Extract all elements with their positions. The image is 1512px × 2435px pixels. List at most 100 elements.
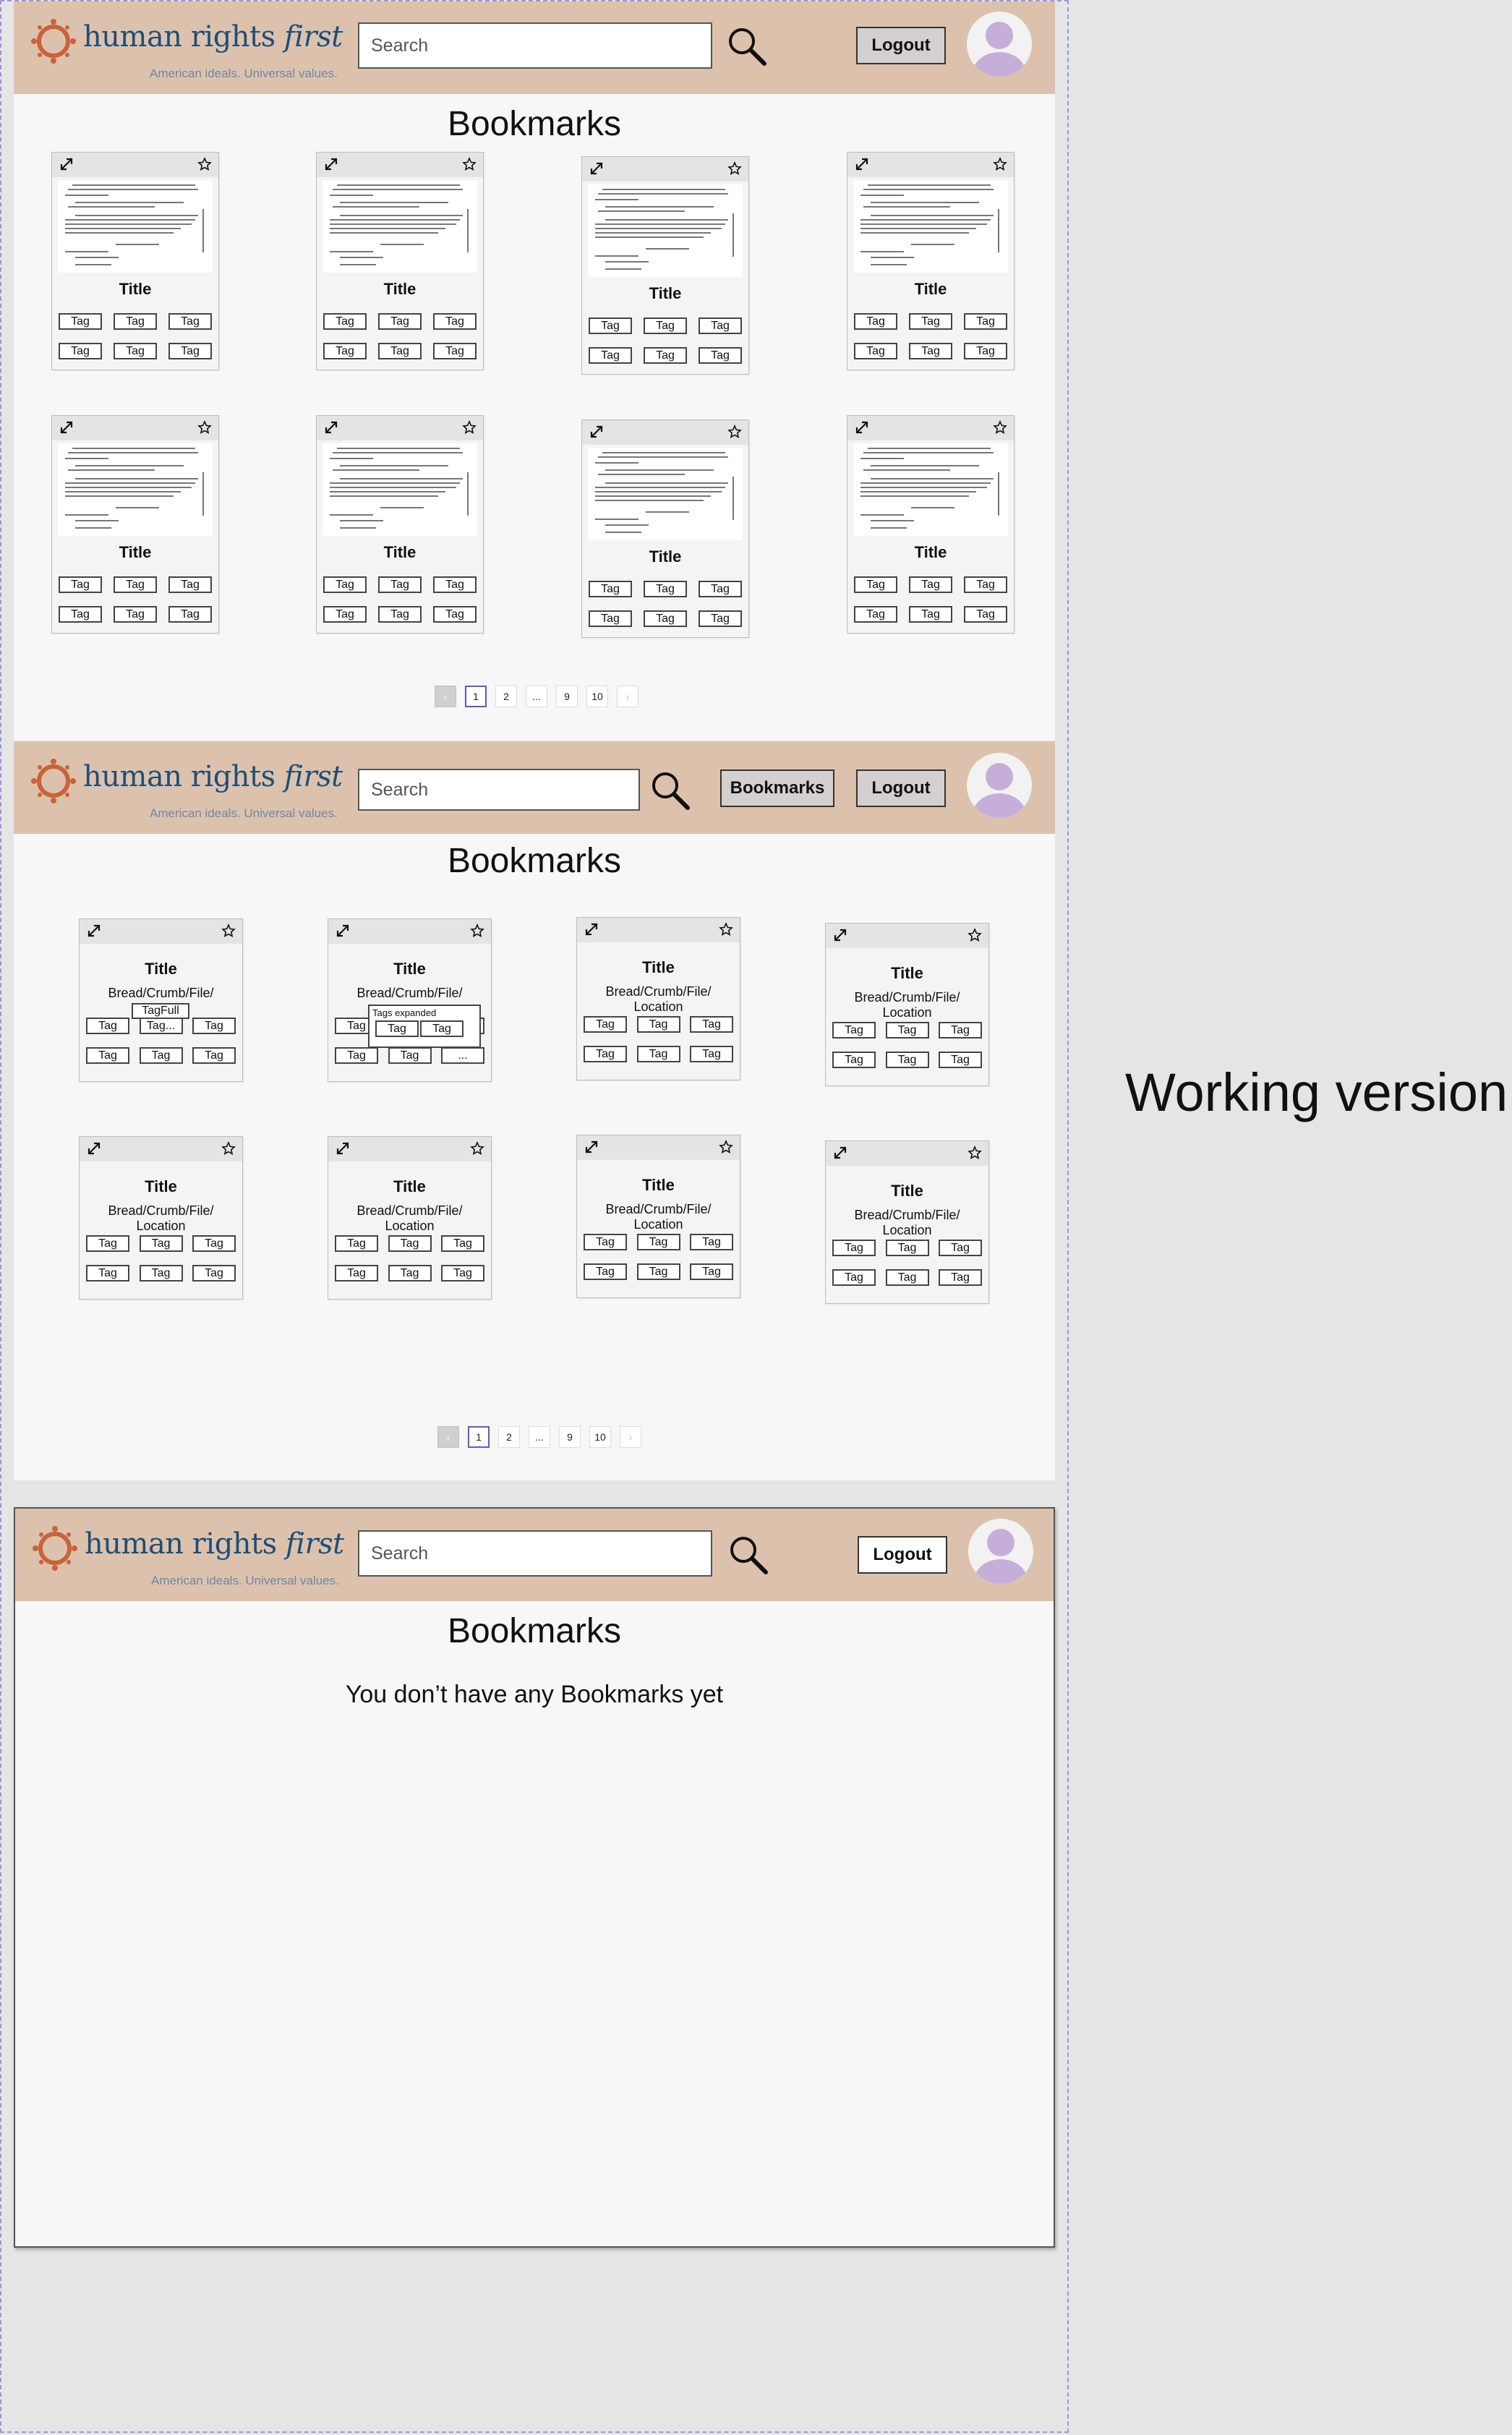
tag-chip[interactable]: Tag [636, 1263, 680, 1280]
logout-button[interactable]: Logout [858, 1536, 947, 1574]
tag-chip[interactable]: Tag [699, 317, 742, 334]
tag-chip[interactable]: Tag [939, 1240, 982, 1256]
next-page-button[interactable]: › [620, 1426, 641, 1448]
card-title[interactable]: Title [847, 280, 1014, 299]
tag-chip[interactable]: Tag [854, 313, 897, 330]
tag-chip[interactable]: Tag [832, 1240, 876, 1256]
tag-chip[interactable]: Tag [636, 1046, 680, 1062]
tag-chip[interactable]: Tag [644, 610, 687, 627]
card-title[interactable]: Title [52, 280, 218, 299]
page-button[interactable]: 9 [556, 686, 578, 707]
tag-chip[interactable]: Tag [690, 1263, 733, 1280]
document-thumbnail[interactable] [58, 180, 213, 273]
tag-chip[interactable]: Tag [114, 606, 157, 623]
tag-chip[interactable]: Tag [909, 313, 952, 330]
brand-logo[interactable]: human rights first American ideals. Univ… [22, 16, 343, 85]
star-icon[interactable] [968, 928, 982, 942]
card-title[interactable]: Title [80, 960, 242, 978]
bookmark-card[interactable]: Title Bread/Crumb/File/Location Tag Tag Tag T… [328, 1136, 492, 1300]
tag-chip[interactable]: Tag [114, 343, 157, 359]
card-title[interactable]: Title [577, 958, 740, 977]
page-button[interactable]: 1 [465, 686, 487, 707]
tag-chip[interactable]: Tag [589, 581, 632, 597]
tag-chip[interactable]: Tag [335, 1265, 378, 1282]
bookmark-card[interactable]: Title Bread/Crumb/File/Location Tag Tag Tag T… [576, 917, 740, 1080]
bookmark-card[interactable]: TitleBread/Crumb/File/TagTagTagTagTag... [328, 918, 492, 1082]
tag-chip[interactable]: Tag [854, 576, 897, 593]
tag-chip[interactable]: Tag [584, 1234, 627, 1250]
tag-chip[interactable]: Tag [690, 1016, 733, 1033]
tag-chip[interactable]: Tag [86, 1047, 129, 1064]
bookmark-card[interactable]: Title Tag Tag Tag Tag Tag Tag [847, 415, 1015, 634]
page-button[interactable]: 1 [468, 1426, 490, 1448]
card-title[interactable]: Title [328, 1177, 491, 1196]
document-thumbnail[interactable] [323, 180, 477, 273]
star-icon[interactable] [197, 157, 212, 171]
tag-chip[interactable]: Tag [939, 1022, 982, 1039]
star-icon[interactable] [968, 1146, 982, 1160]
bookmark-card[interactable]: Title Bread/Crumb/File/Location Tag Tag Tag T… [79, 1136, 243, 1300]
tag-chip[interactable]: Tag [388, 1265, 432, 1282]
tag-chip[interactable]: Tag [885, 1269, 929, 1286]
tag-chip[interactable]: Tag [192, 1265, 236, 1282]
tag-chip[interactable]: Tag [323, 576, 367, 593]
tag-chip[interactable]: Tag [192, 1018, 236, 1034]
bookmark-card[interactable]: Title Tag Tag Tag Tag Tag Tag [847, 152, 1015, 370]
tag-chip[interactable]: Tag [854, 606, 897, 623]
expand-icon[interactable] [584, 1140, 599, 1154]
page-button[interactable]: 2 [495, 686, 517, 707]
avatar[interactable] [968, 1519, 1033, 1584]
logout-button[interactable]: Logout [856, 769, 946, 807]
tag-chip[interactable]: Tag [139, 1047, 183, 1064]
tag-chip[interactable]: Tag [86, 1235, 129, 1252]
tag-chip[interactable]: Tag [964, 343, 1007, 359]
expand-icon[interactable] [589, 161, 604, 176]
card-title[interactable]: Title [847, 543, 1014, 562]
tag-chip[interactable]: Tag [114, 313, 157, 330]
tag-chip[interactable]: Tag [699, 347, 742, 364]
tag-chip[interactable]: Tag [433, 313, 477, 330]
document-thumbnail[interactable] [323, 443, 477, 536]
expand-icon[interactable] [584, 922, 599, 937]
page-button[interactable]: 10 [586, 686, 608, 707]
search-icon[interactable] [649, 769, 692, 812]
star-icon[interactable] [993, 420, 1007, 435]
tag-chip[interactable]: Tag [323, 313, 367, 330]
tag-chip[interactable]: Tag [441, 1265, 484, 1282]
tag-chip[interactable]: Tag [589, 610, 632, 627]
star-icon[interactable] [197, 420, 212, 435]
tag-chip[interactable]: Tag [335, 1235, 378, 1252]
tag-chip[interactable]: Tag [388, 1047, 432, 1064]
star-icon[interactable] [470, 1141, 484, 1156]
bookmark-card[interactable]: Title Tag Tag Tag Tag Tag Tag [316, 415, 484, 634]
expand-icon[interactable] [336, 924, 350, 938]
card-title[interactable]: Title [317, 543, 483, 562]
logout-button[interactable]: Logout [856, 27, 946, 64]
brand-logo[interactable]: human rights first American ideals. Univ… [22, 756, 343, 824]
expand-icon[interactable] [589, 425, 604, 439]
star-icon[interactable] [719, 1140, 733, 1154]
tag-chip[interactable]: Tag [59, 606, 102, 623]
breadcrumb[interactable]: Bread/Crumb/File/Location [328, 1203, 491, 1234]
bookmark-card[interactable]: Title Bread/Crumb/File/Location Tag Tag Tag T… [825, 923, 989, 1086]
tag-chip[interactable]: Tag [139, 1265, 183, 1282]
star-icon[interactable] [221, 924, 236, 938]
document-thumbnail[interactable] [853, 443, 1008, 536]
tag-chip[interactable]: Tag [433, 343, 477, 359]
tag-chip[interactable]: Tag [420, 1020, 464, 1037]
tag-chip[interactable]: Tag [168, 343, 212, 359]
bookmark-card[interactable]: Title Bread/Crumb/File/Location Tag Tag Tag T… [576, 1135, 740, 1298]
star-icon[interactable] [719, 922, 733, 937]
tag-chip[interactable]: Tag [168, 606, 212, 623]
search-icon[interactable] [725, 25, 769, 68]
breadcrumb[interactable]: Bread/Crumb/File/Location [577, 1202, 740, 1232]
tag-chip[interactable]: Tag [589, 317, 632, 334]
prev-page-button[interactable]: ‹ [435, 686, 456, 707]
card-title[interactable]: Title [52, 543, 218, 562]
tag-chip[interactable]: Tag [644, 347, 687, 364]
tag-chip[interactable]: Tag [885, 1052, 929, 1068]
more-tags-button[interactable]: ... [441, 1047, 484, 1064]
tag-chip[interactable]: Tag [378, 606, 422, 623]
card-title[interactable]: Title [328, 960, 491, 978]
bookmark-card[interactable]: Title Tag Tag Tag Tag Tag Tag [51, 415, 219, 634]
